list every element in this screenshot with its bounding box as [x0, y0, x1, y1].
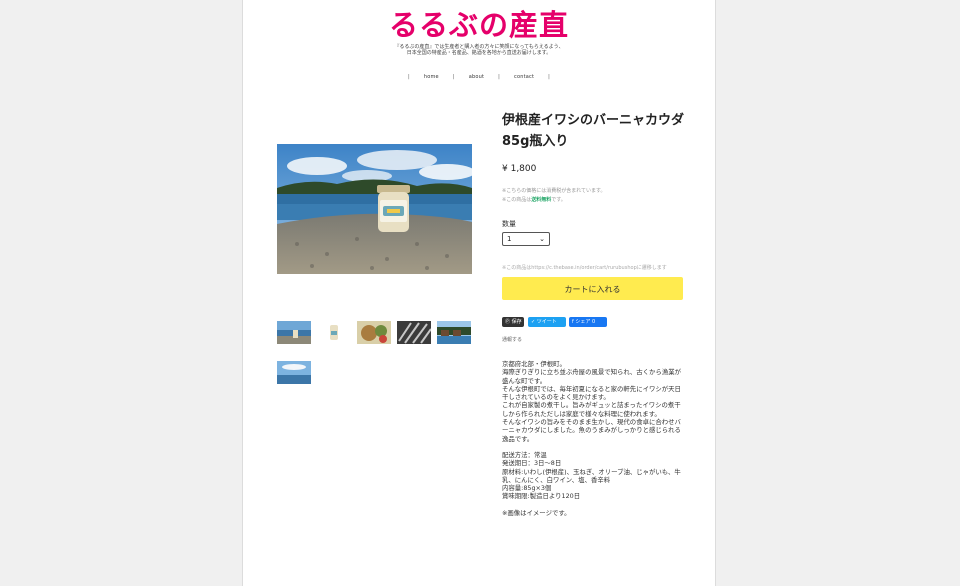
tweet-button[interactable]: ✓ ツイート [528, 317, 566, 327]
nav-separator: | [498, 74, 501, 80]
quantity-value: 1 [507, 235, 512, 243]
facebook-share-button[interactable]: f シェア 0 [569, 317, 607, 327]
facebook-icon: f [572, 319, 574, 325]
nav-contact[interactable]: contact [514, 74, 534, 80]
tagline: 『るるぶの産直』では生産者と購入者の方々に笑顔になってもらえるよう、 日本全国の… [243, 44, 715, 56]
quantity-select[interactable]: 1 ⌄ [502, 232, 550, 246]
thumbnail-3[interactable] [357, 321, 391, 344]
description-line: そんなイワシの旨みをそのまま生かし、現代の食卓に合わせバーニャカウダにしました。… [502, 418, 681, 443]
thumbnail-5[interactable] [437, 321, 471, 344]
spec-line: 発送期日：3日〜8日 [502, 459, 562, 468]
nav-about[interactable]: about [469, 74, 484, 80]
quantity-label: 数量 [502, 220, 516, 228]
nav-separator: | [548, 74, 551, 80]
logo-text-part2: の産直 [479, 8, 570, 42]
thumbnail-2[interactable] [317, 321, 351, 344]
fb-share-label: シェア 0 [575, 319, 596, 325]
logo[interactable]: るるぶの産直 [243, 8, 715, 42]
nav-home[interactable]: home [424, 74, 439, 80]
shipping-note: ※この商品は送料無料です。 [502, 196, 566, 203]
spec-line: 原材料:いわし(伊根産)、玉ねぎ、オリーブ油、じゃがいも、牛乳、にんにく、白ワイ… [502, 467, 681, 484]
description-line: 海際ぎりぎりに立ち並ぶ舟屋の風景で知られ、古くから漁業が盛んな町です。 [502, 368, 682, 385]
logo-text-part1: るるぶ [388, 8, 479, 42]
tweet-label: ツイート [536, 319, 557, 325]
main-nav: | home | about | contact | [243, 74, 715, 80]
description-line: そんな伊根町では、毎年初夏になると家の軒先にイワシが天日干しされているのをよく見… [502, 384, 681, 402]
product-price: ¥ 1,800 [502, 164, 537, 174]
product-main-image[interactable] [277, 144, 472, 274]
shipping-note-suffix: です。 [551, 197, 566, 203]
pinterest-icon: Ⓟ [505, 319, 511, 325]
nav-separator: | [452, 74, 455, 80]
redirect-note: ※この商品はhttps://c.thebase.in/order/cart/ru… [502, 265, 667, 271]
tax-note: ※こちらの価格には消費税が含まれています。 [502, 188, 606, 194]
report-link[interactable]: 通報する [502, 336, 522, 343]
thumbnail-1[interactable] [277, 321, 311, 344]
spec-line: 賞味期限:製造日より120日 [502, 492, 581, 501]
image-note: ※画像はイメージです。 [502, 508, 571, 517]
save-label: 保存 [511, 319, 522, 325]
thumbnail-6[interactable] [277, 361, 311, 384]
product-description: 京都府北部・伊根町。 海際ぎりぎりに立ち並ぶ舟屋の風景で知られ、古くから漁業が盛… [502, 360, 684, 517]
nav-separator: | [407, 74, 410, 80]
free-shipping-label: 送料無料 [531, 197, 552, 203]
add-to-cart-button[interactable]: カートに入れる [502, 277, 683, 300]
twitter-bird-icon: ✓ [531, 319, 536, 325]
thumbnail-4[interactable] [397, 321, 431, 344]
tagline-line2: 日本全国の特産品・名産品、銘酒を各地から直送お届けします。 [406, 50, 552, 56]
shipping-note-prefix: ※この商品は [502, 197, 532, 203]
description-line: これが自家製の煮干し。旨みがギュッと詰まったイワシの煮干しから作られただしは家庭… [502, 401, 681, 418]
chevron-down-icon: ⌄ [539, 235, 545, 243]
page: るるぶの産直 『るるぶの産直』では生産者と購入者の方々に笑顔になってもらえるよう… [242, 0, 716, 586]
pinterest-save-button[interactable]: Ⓟ 保存 [502, 317, 524, 327]
product-title: 伊根産イワシのバーニャカウダ 85g瓶入り [502, 113, 698, 149]
